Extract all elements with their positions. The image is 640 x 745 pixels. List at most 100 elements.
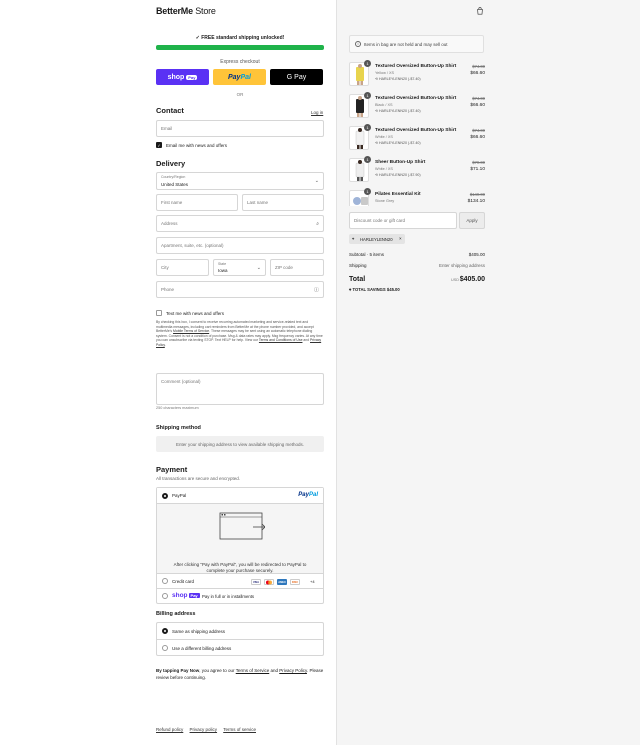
- help-icon[interactable]: ⓘ: [314, 286, 319, 293]
- store-logo[interactable]: BetterMe Store: [156, 6, 216, 16]
- quantity-badge: 1: [364, 60, 371, 67]
- billing-different-option[interactable]: Use a different billing address: [157, 640, 323, 657]
- email-news-checkbox[interactable]: ✓: [156, 142, 162, 148]
- cart-items-list: 1 Textured Oversized Button-Up Shirt Yel…: [349, 60, 485, 206]
- paypal-redirect-text: After clicking "Pay with PayPal", you wi…: [173, 562, 307, 573]
- discount-code-input[interactable]: Discount code or gift card: [349, 212, 457, 229]
- subtotal-row: Subtotal · 5 items $405.00: [349, 252, 485, 257]
- text-news-label: Text me with news and offers: [166, 311, 224, 316]
- item-variant: Stone Grey: [375, 199, 395, 203]
- credit-card-option[interactable]: Credit card VISA AMEX DISC +4: [157, 574, 323, 589]
- terms-of-service-link[interactable]: Terms of Service: [236, 668, 270, 673]
- item-price: $66.60: [470, 135, 485, 140]
- paypal-option[interactable]: PayPal PayPal: [157, 488, 323, 504]
- refund-policy-link[interactable]: Refund policy: [156, 727, 183, 732]
- terms-conditions-link[interactable]: Terms and Conditions of Use: [259, 338, 303, 342]
- total-savings: ⌖ TOTAL SAVINGS $45.00: [349, 287, 400, 292]
- discover-icon: DISC: [290, 579, 300, 585]
- paypal-radio[interactable]: [162, 493, 168, 499]
- express-checkout-label: Express checkout: [220, 59, 260, 65]
- credit-card-radio[interactable]: [162, 578, 168, 584]
- contact-heading: Contact: [156, 106, 184, 115]
- paypal-express-button[interactable]: Pay Pal: [213, 69, 266, 85]
- sms-consent-fine-print: By checking this box, I consent to recei…: [156, 320, 323, 347]
- item-name: Textured Oversized Button-Up Shirt: [375, 128, 457, 133]
- comment-field[interactable]: Comment (optional): [156, 373, 324, 405]
- billing-same-option[interactable]: Same as shipping address: [157, 623, 323, 640]
- apply-discount-button[interactable]: Apply: [459, 212, 485, 229]
- cart-item: 1 Textured Oversized Button-Up Shirt Whi…: [349, 124, 485, 154]
- city-field[interactable]: City: [156, 259, 209, 276]
- item-original-price: $74.00: [472, 64, 485, 69]
- free-shipping-progress-bar: [156, 45, 324, 50]
- item-variant: Yellow / XS: [375, 71, 395, 75]
- shop-pay-installments-option[interactable]: shop Pay Pay in full or in installments: [157, 589, 323, 604]
- item-variant: Black / XS: [375, 103, 393, 107]
- apartment-field[interactable]: Apartment, suite, etc. (optional): [156, 237, 324, 254]
- item-original-price: $74.00: [472, 96, 485, 101]
- terms-of-service-footer-link[interactable]: Terms of service: [223, 727, 256, 732]
- comment-char-limit: 250 characters maximum: [156, 406, 199, 410]
- state-select[interactable]: State Iowa ⌄: [213, 259, 266, 276]
- shopping-bag-icon[interactable]: [476, 7, 484, 15]
- savings-tag-icon: ⌖: [349, 287, 352, 292]
- applied-discount-tag: ⌖ HARLEYLENN20 ×: [349, 234, 405, 244]
- item-original-price: $74.00: [472, 128, 485, 133]
- footer-links: Refund policy Privacy policy Terms of se…: [156, 727, 261, 732]
- item-name: Pilates Essential Kit: [375, 192, 421, 197]
- mastercard-icon: [264, 579, 274, 585]
- credit-card-label: Credit card: [172, 579, 195, 584]
- more-cards-count: +4: [310, 579, 315, 584]
- phone-field[interactable]: Phone ⓘ: [156, 281, 324, 298]
- privacy-policy-terms-link[interactable]: Privacy Policy: [279, 668, 307, 673]
- zip-code-field[interactable]: ZIP code: [270, 259, 324, 276]
- email-news-label: Email me with news and offers: [166, 143, 227, 148]
- billing-address-options: Same as shipping address Use a different…: [156, 622, 324, 656]
- last-name-field[interactable]: Last name: [242, 194, 324, 211]
- shipping-row: Shipping Enter shipping address: [349, 263, 485, 268]
- quantity-badge: 1: [364, 156, 371, 163]
- text-news-checkbox[interactable]: [156, 310, 162, 316]
- shop-pay-radio[interactable]: [162, 593, 168, 599]
- free-shipping-message: ✓ FREE standard shipping unlocked!: [195, 35, 285, 41]
- quantity-badge: 1: [364, 124, 371, 131]
- country-select[interactable]: Country/Region United States ⌄: [156, 172, 324, 190]
- item-variant: White / XS: [375, 135, 393, 139]
- item-original-price: $79.00: [472, 160, 485, 165]
- privacy-policy-footer-link[interactable]: Privacy policy: [190, 727, 218, 732]
- payment-subtext: All transactions are secure and encrypte…: [156, 476, 241, 481]
- payment-options: PayPal PayPal After clicking "Pay with P…: [156, 487, 324, 604]
- item-discount: ⟲ HARLEYLENN20 (-$7.40): [375, 109, 421, 113]
- amex-icon: AMEX: [277, 579, 287, 585]
- search-icon: ⌕: [316, 220, 319, 227]
- item-price: $66.60: [470, 71, 485, 76]
- address-field[interactable]: Address ⌕: [156, 215, 324, 232]
- header: BetterMe Store: [156, 6, 486, 18]
- item-variant: White / XS: [375, 167, 393, 171]
- total-row: Total USD $405.00: [349, 276, 485, 283]
- billing-different-radio[interactable]: [162, 645, 168, 651]
- mobile-terms-link[interactable]: Mobile Terms of Service: [173, 329, 209, 333]
- cart-item: 1 Pilates Essential Kit Stone Grey $149.…: [349, 188, 485, 206]
- google-pay-button[interactable]: G Pay: [270, 69, 323, 85]
- shop-pay-logo: shop Pay: [172, 592, 200, 599]
- billing-same-radio[interactable]: [162, 628, 168, 634]
- shipping-method-placeholder: Enter your shipping address to view avai…: [156, 436, 324, 452]
- item-discount: ⟲ HARLEYLENN20 (-$7.90): [375, 173, 421, 177]
- shop-pay-button[interactable]: shop Pay: [156, 69, 209, 85]
- browser-redirect-icon: [219, 512, 265, 540]
- email-field[interactable]: Email: [156, 120, 324, 137]
- login-link[interactable]: Log in: [311, 110, 323, 115]
- discount-tag-icon: ⌖: [352, 236, 355, 241]
- item-discount: ⟲ HARLEYLENN20 (-$7.40): [375, 141, 421, 145]
- cart-item: 1 Sheer Button-Up Shirt White / XS ⟲ HAR…: [349, 156, 485, 186]
- shop-pay-installments-text: Pay in full or in installments: [202, 594, 255, 599]
- item-price: $134.10: [467, 199, 485, 204]
- first-name-field[interactable]: First name: [156, 194, 238, 211]
- quantity-badge: 1: [364, 188, 371, 195]
- info-icon: i: [355, 41, 361, 47]
- item-name: Textured Oversized Button-Up Shirt: [375, 96, 457, 101]
- remove-discount-icon[interactable]: ×: [399, 236, 402, 241]
- paypal-redirect-panel: After clicking "Pay with PayPal", you wi…: [157, 504, 323, 574]
- shipping-method-heading: Shipping method: [156, 425, 201, 431]
